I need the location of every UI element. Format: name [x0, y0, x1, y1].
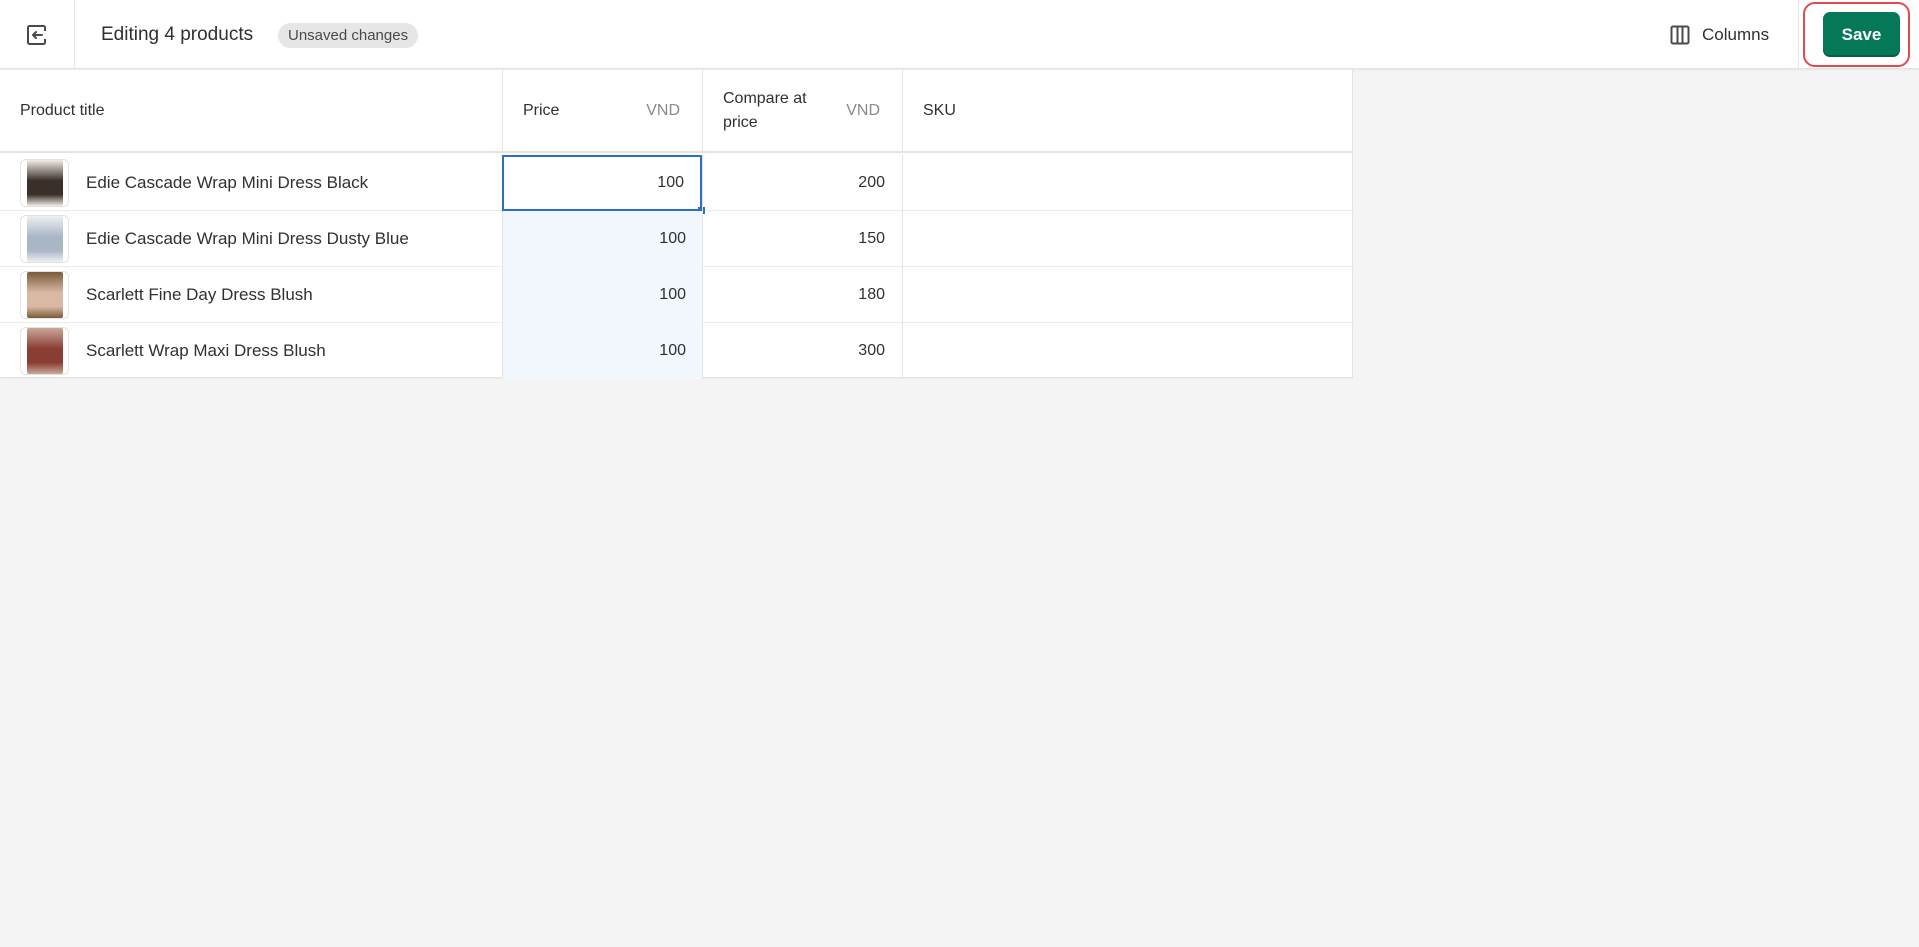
compare-at-price-value: 300: [858, 342, 885, 359]
price-value: 100: [659, 230, 686, 247]
columns-button[interactable]: Columns: [1660, 16, 1785, 54]
exit-arrow-icon: [27, 24, 46, 45]
column-header-compare-at-price[interactable]: Compare at price VND: [702, 70, 902, 153]
compare-at-price-value: 200: [858, 174, 885, 191]
product-image: [26, 328, 63, 374]
table-row: Edie Cascade Wrap Mini Dress Black 100 200: [0, 155, 1353, 214]
sku-cell[interactable]: [902, 267, 1353, 323]
product-title-cell[interactable]: Scarlett Fine Day Dress Blush: [0, 267, 502, 323]
table-row: Scarlett Fine Day Dress Blush 100 180: [0, 267, 1353, 323]
compare-at-price-cell[interactable]: 300: [702, 323, 902, 379]
sku-cell[interactable]: [902, 211, 1353, 267]
product-image: [26, 160, 63, 206]
column-header-label: Compare at price: [723, 89, 807, 131]
sku-cell[interactable]: [902, 155, 1353, 211]
price-cell[interactable]: 100: [502, 267, 702, 323]
column-header-label: Product title: [20, 101, 105, 119]
product-title-cell[interactable]: Scarlett Wrap Maxi Dress Blush: [0, 323, 502, 379]
divider: [1798, 0, 1799, 69]
column-header-product-title[interactable]: Product title: [0, 70, 502, 153]
product-thumbnail: [20, 271, 69, 319]
currency-label: VND: [646, 102, 680, 119]
product-title: Scarlett Fine Day Dress Blush: [86, 285, 313, 304]
price-cell[interactable]: 100: [502, 211, 702, 267]
product-title: Edie Cascade Wrap Mini Dress Dusty Blue: [86, 229, 409, 248]
compare-at-price-cell[interactable]: 200: [702, 155, 902, 211]
bulk-editor-table: Product title Price VND Compare at price…: [0, 70, 1353, 379]
product-image: [26, 272, 63, 318]
table-row: Scarlett Wrap Maxi Dress Blush 100 300: [0, 323, 1353, 379]
compare-at-price-cell[interactable]: 150: [702, 211, 902, 267]
compare-at-price-value: 180: [858, 286, 885, 303]
sku-cell[interactable]: [902, 323, 1353, 379]
product-thumbnail: [20, 327, 69, 375]
product-title: Edie Cascade Wrap Mini Dress Black: [86, 173, 369, 192]
product-image: [26, 216, 63, 262]
compare-at-price-cell[interactable]: 180: [702, 267, 902, 323]
product-thumbnail: [20, 215, 69, 263]
price-value: 100: [659, 286, 686, 303]
currency-label: VND: [846, 102, 880, 119]
table-row: Edie Cascade Wrap Mini Dress Dusty Blue 1…: [0, 211, 1353, 267]
column-header-price[interactable]: Price VND: [502, 70, 702, 153]
columns-icon: [1670, 25, 1690, 45]
compare-at-price-value: 150: [858, 230, 885, 247]
product-title-cell[interactable]: Edie Cascade Wrap Mini Dress Dusty Blue: [0, 211, 502, 267]
columns-label: Columns: [1702, 25, 1770, 44]
price-cell[interactable]: 100: [502, 323, 702, 379]
column-header-label: SKU: [923, 101, 956, 119]
price-value: 100: [657, 174, 684, 191]
save-button[interactable]: Save: [1823, 12, 1900, 57]
price-value: 100: [659, 342, 686, 359]
product-thumbnail: [20, 159, 69, 207]
page-title: Editing 4 products: [101, 24, 254, 45]
top-bar: Editing 4 products Unsaved changes Colum…: [0, 0, 1919, 69]
unsaved-changes-badge: Unsaved changes: [278, 23, 419, 48]
exit-button[interactable]: [0, 0, 75, 69]
product-title: Scarlett Wrap Maxi Dress Blush: [86, 341, 326, 360]
price-cell[interactable]: 100: [502, 155, 705, 214]
column-header-sku[interactable]: SKU: [902, 70, 1353, 153]
product-title-cell[interactable]: Edie Cascade Wrap Mini Dress Black: [0, 155, 502, 211]
column-header-label: Price: [523, 101, 560, 119]
